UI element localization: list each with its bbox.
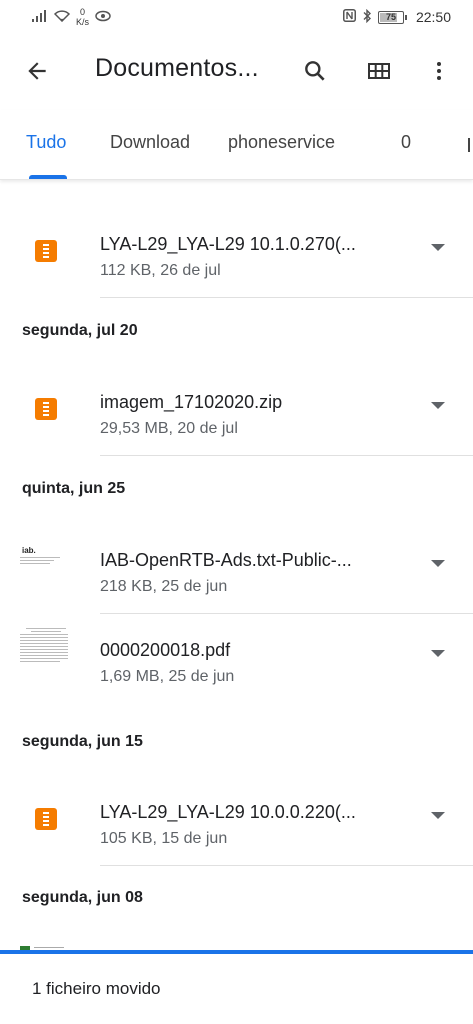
date-header: segunda, jul 20 — [22, 322, 138, 339]
grid-view-icon — [368, 63, 390, 79]
divider — [100, 865, 473, 866]
file-name: LYA-L29_LYA-L29 10.1.0.270(... — [100, 234, 356, 254]
zip-file-icon — [35, 808, 57, 830]
date-header: segunda, jun 15 — [22, 733, 143, 750]
more-vertical-icon — [437, 62, 441, 80]
file-meta: 218 KB, 25 de jun — [100, 578, 228, 595]
divider — [100, 297, 473, 298]
file-name: IAB-OpenRTB-Ads.txt-Public-... — [100, 550, 352, 570]
list-item[interactable]: imagem_17102020.zip 29,53 MB, 20 de jul — [0, 360, 473, 456]
tab-bar: Tudo Download phoneservice 0 — [0, 110, 473, 180]
search-icon — [305, 61, 325, 81]
file-name: 0000200018.pdf — [100, 640, 231, 660]
expand-chevron-icon[interactable] — [431, 650, 445, 657]
expand-chevron-icon[interactable] — [431, 244, 445, 251]
file-meta: 105 KB, 15 de jun — [100, 830, 228, 847]
expand-chevron-icon[interactable] — [431, 402, 445, 409]
battery-icon: 75 — [377, 10, 407, 24]
file-meta: 112 KB, 26 de jul — [100, 262, 221, 279]
tab-phoneservice[interactable]: phoneservice — [228, 132, 335, 153]
document-thumbnail: iab. — [20, 542, 72, 602]
tab-download[interactable]: Download — [110, 132, 190, 153]
file-list: LYA-L29_LYA-L29 10.1.0.270(... 112 KB, 2… — [0, 180, 473, 950]
eye-icon — [95, 10, 111, 25]
expand-chevron-icon[interactable] — [431, 812, 445, 819]
zip-file-icon — [35, 240, 57, 262]
snackbar-message: 1 ficheiro movido — [32, 979, 161, 998]
bluetooth-icon — [362, 8, 372, 26]
zip-file-icon — [35, 398, 57, 420]
back-button[interactable] — [20, 54, 54, 88]
app-bar: Documentos... — [0, 34, 473, 106]
pdf-thumbnail — [20, 626, 72, 690]
status-bar: 0 K/s 75 22:50 — [0, 0, 473, 34]
tab-tudo[interactable]: Tudo — [26, 132, 66, 153]
list-item[interactable]: LYA-L29_LYA-L29 10.0.0.220(... 105 KB, 1… — [0, 770, 473, 866]
battery-level: 75 — [385, 12, 396, 22]
back-arrow-icon — [28, 62, 46, 80]
partial-file-thumbnail — [20, 943, 72, 950]
more-options-button[interactable] — [422, 54, 456, 88]
network-speed: 0 K/s — [76, 7, 89, 27]
clock: 22:50 — [415, 9, 451, 25]
file-name: LYA-L29_LYA-L29 10.0.0.220(... — [100, 802, 356, 822]
nfc-icon — [342, 9, 356, 25]
search-button[interactable] — [298, 54, 332, 88]
file-name: imagem_17102020.zip — [100, 392, 283, 412]
file-meta: 1,69 MB, 25 de jun — [100, 668, 235, 685]
page-title: Documentos... — [95, 54, 259, 82]
next-tab-hint — [468, 138, 470, 152]
network-speed-value: 0 — [80, 7, 86, 17]
signal-icon — [32, 9, 48, 25]
list-item[interactable]: 0000200018.pdf 1,69 MB, 25 de jun — [0, 614, 473, 710]
list-item[interactable]: iab. IAB-OpenRTB-Ads.txt-Public-... 218 … — [0, 518, 473, 614]
wifi-icon — [53, 9, 71, 25]
active-tab-indicator — [29, 175, 67, 179]
snackbar: 1 ficheiro movido — [0, 954, 473, 1024]
tab-0[interactable]: 0 — [401, 132, 411, 153]
grid-view-button[interactable] — [362, 54, 396, 88]
date-header: quinta, jun 25 — [22, 480, 126, 497]
network-speed-unit: K/s — [76, 17, 90, 27]
list-item[interactable]: LYA-L29_LYA-L29 10.1.0.270(... 112 KB, 2… — [0, 202, 473, 298]
file-meta: 29,53 MB, 20 de jul — [100, 420, 238, 437]
divider — [100, 455, 473, 456]
date-header: segunda, jun 08 — [22, 889, 143, 906]
expand-chevron-icon[interactable] — [431, 560, 445, 567]
